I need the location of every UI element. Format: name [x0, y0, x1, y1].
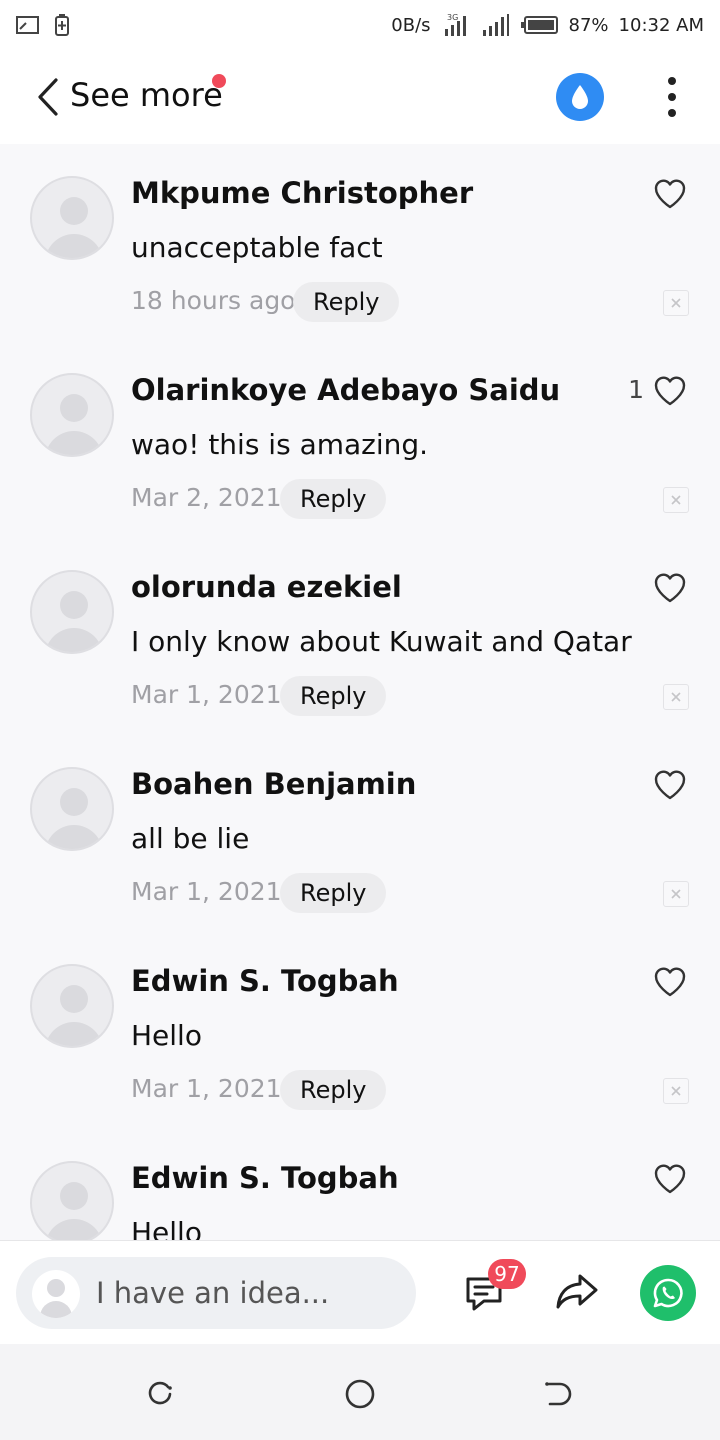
comment-text: unacceptable fact: [131, 231, 383, 264]
svg-text:3G: 3G: [447, 13, 458, 22]
avatar[interactable]: [30, 176, 114, 260]
water-drop-icon[interactable]: [556, 73, 604, 121]
comment-text: wao! this is amazing.: [131, 428, 429, 461]
back-icon[interactable]: [542, 1378, 574, 1410]
share-icon[interactable]: [554, 1270, 600, 1310]
comment-text: all be lie: [131, 822, 250, 855]
comment-input[interactable]: I have an idea...: [16, 1257, 416, 1329]
signal-icon: [481, 13, 511, 37]
comment-author[interactable]: Edwin S. Togbah: [131, 964, 399, 998]
comment-text: Hello: [131, 1019, 202, 1052]
clock: 10:32 AM: [618, 14, 704, 36]
avatar[interactable]: [30, 373, 114, 457]
system-nav-bar: [0, 1344, 720, 1440]
comment-count-badge: 97: [488, 1259, 526, 1289]
recent-apps-icon[interactable]: [144, 1378, 176, 1410]
battery-saver-icon: [54, 13, 70, 37]
like-count: 1: [628, 375, 644, 404]
heart-icon[interactable]: [653, 572, 687, 604]
comment-list: Mkpume Christopher unacceptable fact 18 …: [0, 156, 720, 1240]
close-icon[interactable]: [663, 1078, 689, 1104]
comment-item: Edwin S. Togbah Hello: [0, 1141, 720, 1240]
comment-text: I only know about Kuwait and Qatar: [131, 625, 632, 658]
reply-button[interactable]: Reply: [293, 282, 400, 322]
comment-item: Edwin S. Togbah Hello Mar 1, 2021 Reply: [0, 944, 720, 1141]
avatar[interactable]: [30, 1161, 114, 1240]
comment-author[interactable]: Boahen Benjamin: [131, 767, 416, 801]
avatar[interactable]: [30, 570, 114, 654]
reply-button[interactable]: Reply: [280, 873, 387, 913]
comment-author[interactable]: Olarinkoye Adebayo Saidu: [131, 373, 560, 407]
screen-cast-icon: [16, 15, 40, 35]
heart-icon[interactable]: [653, 178, 687, 210]
chevron-left-icon[interactable]: [34, 77, 64, 117]
avatar[interactable]: [30, 964, 114, 1048]
comment-time: Mar 2, 2021: [131, 483, 282, 512]
signal-3g-icon: 3G: [441, 12, 471, 38]
comment-text: Hello: [131, 1216, 202, 1240]
comment-author[interactable]: olorunda ezekiel: [131, 570, 402, 604]
notification-dot: [212, 74, 226, 88]
comment-author[interactable]: Edwin S. Togbah: [131, 1161, 399, 1195]
comment-item: Mkpume Christopher unacceptable fact 18 …: [0, 156, 720, 353]
close-icon[interactable]: [663, 487, 689, 513]
comment-item: Boahen Benjamin all be lie Mar 1, 2021 R…: [0, 747, 720, 944]
header: See more: [0, 50, 720, 144]
comment-time: 18 hours ago: [131, 286, 296, 315]
avatar: [32, 1270, 80, 1318]
comment-item: Olarinkoye Adebayo Saidu wao! this is am…: [0, 353, 720, 550]
comment-time: Mar 1, 2021: [131, 680, 282, 709]
comment-time: Mar 1, 2021: [131, 877, 282, 906]
heart-icon[interactable]: [653, 966, 687, 998]
whatsapp-icon[interactable]: [640, 1265, 696, 1321]
home-icon[interactable]: [344, 1378, 376, 1410]
reply-button[interactable]: Reply: [280, 479, 387, 519]
heart-icon[interactable]: [653, 769, 687, 801]
heart-icon[interactable]: [653, 375, 687, 407]
reply-button[interactable]: Reply: [280, 676, 387, 716]
status-bar: 0B/s 3G 87% 10:32 AM: [0, 0, 720, 50]
more-vertical-icon[interactable]: [662, 75, 682, 119]
close-icon[interactable]: [663, 881, 689, 907]
comment-time: Mar 1, 2021: [131, 1074, 282, 1103]
heart-icon[interactable]: [653, 1163, 687, 1195]
comment-author[interactable]: Mkpume Christopher: [131, 176, 473, 210]
page-title[interactable]: See more: [70, 76, 223, 114]
battery-percent: 87%: [568, 14, 609, 36]
comment-input-placeholder: I have an idea...: [96, 1276, 330, 1310]
close-icon[interactable]: [663, 290, 689, 316]
avatar[interactable]: [30, 767, 114, 851]
battery-icon: [520, 15, 559, 35]
comment-item: olorunda ezekiel I only know about Kuwai…: [0, 550, 720, 747]
comment-bar: I have an idea... 97: [0, 1240, 720, 1344]
reply-button[interactable]: Reply: [280, 1070, 387, 1110]
net-speed: 0B/s: [391, 14, 431, 36]
close-icon[interactable]: [663, 684, 689, 710]
